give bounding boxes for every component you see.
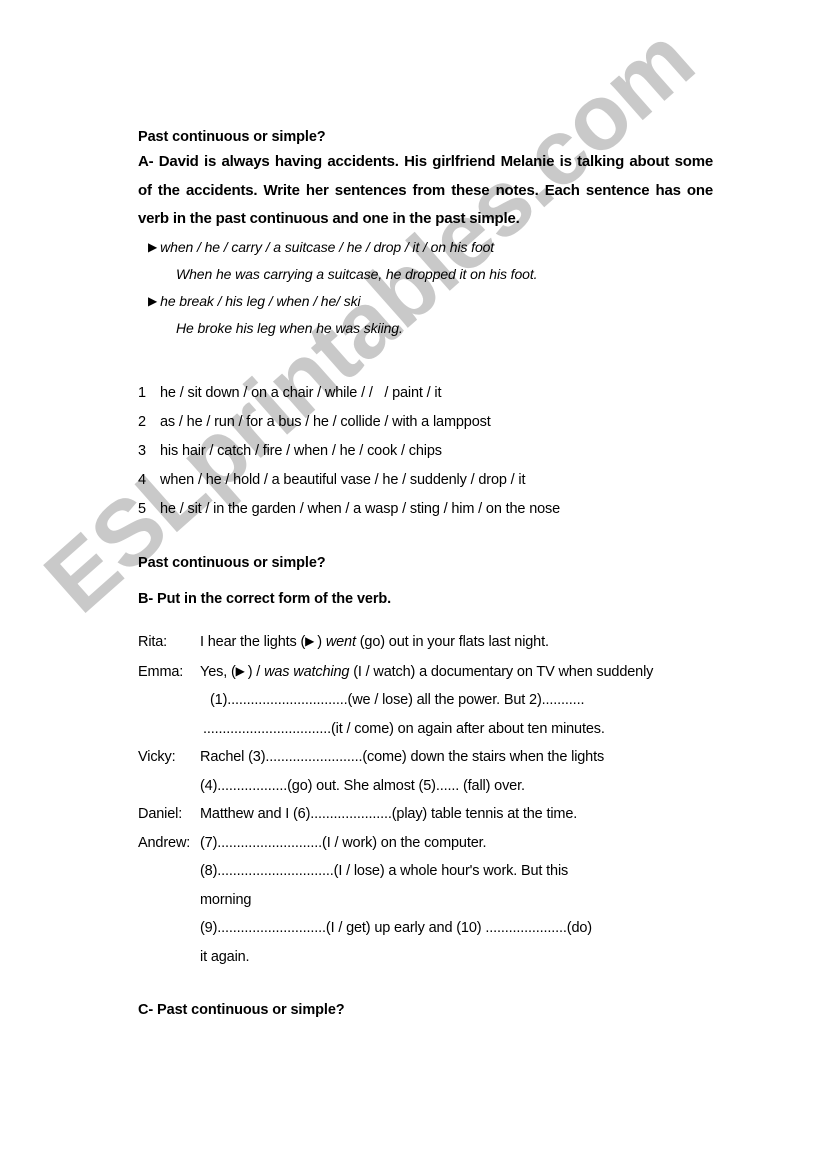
dialogue-text: morning (200, 891, 252, 908)
exercise-item: 1 he / sit down / on a chair / while / / … (138, 379, 713, 408)
dialogue-line: Andrew: (7)...........................(I … (138, 829, 713, 858)
dialogue-line: (4)..................(go) out. She almos… (138, 772, 713, 801)
dialogue-speaker: Rita: (138, 634, 168, 651)
dialogue-text: Yes, ( (200, 663, 236, 680)
example-triangle-icon: ▶ (305, 634, 315, 649)
dialogue-speaker: Daniel: (138, 806, 183, 823)
dialogue-line: (8)..............................(I / lo… (138, 857, 713, 886)
dialogue-text: (play) table tennis at the time. (391, 806, 578, 823)
dialogue-text: (I / get) up early and (10) (325, 920, 486, 937)
blank-dotted-line[interactable]: ..................... (485, 920, 567, 936)
dialogue-speaker: Andrew: (138, 834, 191, 851)
blank-dotted-line[interactable]: ......................... (265, 749, 362, 765)
dialogue-line: .................................(it / c… (138, 715, 713, 744)
dialogue-text: ) (317, 634, 326, 651)
item-number: 1 (138, 384, 146, 401)
dialogue-text: (8) (200, 863, 218, 880)
worksheet-content: Past continuous or simple? A- David is a… (138, 128, 713, 1020)
bullet-triangle-icon: ▶ (148, 239, 158, 254)
dialogue-line: (1)...............................(we / … (138, 686, 713, 715)
dialogue-text: (4) (200, 777, 218, 794)
item-text: his hair / catch / fire / when / he / co… (160, 442, 442, 459)
dialogue-line: Daniel: Matthew and I (6)................… (138, 800, 713, 829)
section-b-instructions: B- Put in the correct form of the verb. (138, 591, 392, 608)
section-a-item-list: 1 he / sit down / on a chair / while / / … (138, 379, 713, 524)
blank-dotted-line[interactable]: ............................ (217, 920, 326, 936)
dialogue-line: Vicky: Rachel (3)........................… (138, 743, 713, 772)
item-text: he / sit down / on a chair / while / / /… (160, 384, 442, 401)
dialogue-text: (7) (200, 834, 218, 851)
dialogue-line: (9)............................(I / get)… (138, 914, 713, 943)
exercise-item: 2 as / he / run / for a bus / he / collid… (138, 408, 713, 437)
example-triangle-icon: ▶ (235, 663, 245, 678)
dialogue-text: (go) out. She almost (5) (287, 777, 436, 794)
dialogue-line: morning (138, 886, 713, 915)
dialogue-text: (9) (200, 920, 218, 937)
dialogue-text: (I / lose) a whole hour's work. But this (333, 863, 569, 880)
item-number: 2 (138, 413, 146, 430)
dialogue-text: (we / lose) all the power. But 2) (347, 692, 542, 709)
blank-dotted-line[interactable]: ..................... (310, 806, 392, 822)
exercise-item: 5 he / sit / in the garden / when / a was… (138, 495, 713, 524)
example-cue: ▶ when / he / carry / a suitcase / he / d… (138, 234, 713, 261)
blank-dotted-line[interactable]: ............................... (227, 692, 347, 708)
item-number: 4 (138, 471, 146, 488)
section-a-examples: ▶ when / he / carry / a suitcase / he / d… (138, 234, 713, 342)
item-text: when / he / hold / a beautiful vase / he… (160, 471, 526, 488)
item-text: he / sit / in the garden / when / a wasp… (160, 500, 561, 517)
answer-key-word: was watching (264, 663, 350, 680)
dialogue-text: (come) down the stairs when the lights (362, 749, 605, 766)
exercise-item: 3 his hair / catch / fire / when / he / c… (138, 437, 713, 466)
blank-dotted-line[interactable]: ........... (542, 692, 585, 708)
dialogue-text: I hear the lights ( (200, 634, 306, 651)
dialogue-line: Rita: I hear the lights (▶) went (go) out… (138, 627, 713, 657)
dialogue-line: it again. (138, 943, 713, 972)
example-answer: He broke his leg when he was skiing. (176, 319, 403, 336)
example-cue-text: he break / his leg / when / he/ ski (160, 292, 361, 309)
dialogue-text: (go) out in your flats last night. (355, 634, 549, 651)
dialogue-text: Matthew and I (6) (200, 806, 311, 823)
dialogue-speaker: Emma: (138, 663, 184, 680)
dialogue-text: it again. (200, 948, 250, 965)
dialogue-text: (fall) over. (459, 777, 525, 794)
dialogue-line: Emma: Yes, (▶) / was watching (I / watch)… (138, 657, 713, 687)
section-b-dialogue: Rita: I hear the lights (▶) went (go) out… (138, 627, 713, 971)
blank-dotted-line[interactable]: .................. (217, 778, 287, 794)
section-a-instructions: A- David is always having accidents. His… (138, 153, 713, 228)
dialogue-text: (do) (566, 920, 592, 937)
dialogue-speaker: Vicky: (138, 749, 176, 766)
bullet-triangle-icon: ▶ (148, 293, 158, 308)
answer-key-word: went (325, 634, 356, 651)
blank-dotted-line[interactable]: ........................... (217, 835, 322, 851)
dialogue-text: (1) (210, 692, 228, 709)
section-b-heading: Past continuous or simple? (138, 554, 326, 571)
dialogue-text: (it / come) on again after about ten min… (331, 720, 605, 737)
worksheet-page: ESLprintables.com Past continuous or sim… (0, 0, 821, 1169)
section-c-heading: C- Past continuous or simple? (138, 1002, 345, 1019)
section-a-heading: Past continuous or simple? (138, 129, 326, 145)
dialogue-text: Rachel (3) (200, 749, 266, 766)
dialogue-text: ) / (247, 663, 265, 680)
example-cue-text: when / he / carry / a suitcase / he / dr… (160, 238, 495, 255)
blank-dotted-line[interactable]: ................................. (203, 721, 331, 737)
blank-dotted-line[interactable]: ...... (436, 778, 459, 794)
item-text: as / he / run / for a bus / he / collide… (160, 413, 491, 430)
example-answer: When he was carrying a suitcase, he drop… (176, 265, 538, 282)
dialogue-text: (I / watch) a documentary on TV when sud… (349, 663, 654, 680)
blank-dotted-line[interactable]: .............................. (217, 863, 334, 879)
exercise-item: 4 when / he / hold / a beautiful vase / h… (138, 466, 713, 495)
dialogue-text: (I / work) on the computer. (322, 834, 487, 851)
item-number: 5 (138, 500, 146, 517)
example-cue: ▶ he break / his leg / when / he/ ski (138, 288, 713, 315)
item-number: 3 (138, 442, 146, 459)
